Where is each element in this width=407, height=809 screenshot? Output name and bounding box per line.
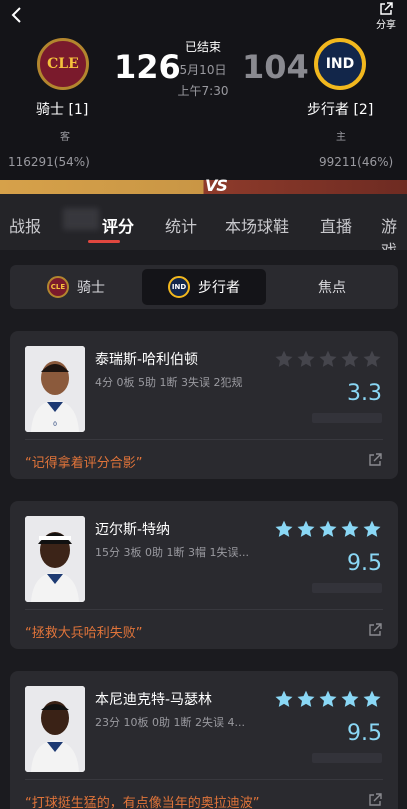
star-filled-icon[interactable] [296,519,316,539]
segment-pacers-label: 步行者 [198,280,240,296]
star-filled-icon[interactable] [274,519,294,539]
segment-cavaliers[interactable]: CLE 骑士 [14,269,138,305]
game-header: 分享 CLE 126 已结束 5月10日 上午7:30 104 IND 骑士 [… [0,0,407,180]
segment-focus[interactable]: 焦点 [270,269,394,305]
segment-cavaliers-label: 骑士 [77,280,105,296]
cavaliers-name: 骑士 [1] [36,102,89,118]
rating-count-bar [312,583,382,593]
player-card[interactable]: 迈尔斯-特纳 15分 3板 0助 1断 3帽 1失误... 9.5 “拯救大兵哈… [10,501,398,649]
rating-stars[interactable] [274,349,382,369]
star-filled-icon[interactable] [340,689,360,709]
cavaliers-side-tag: 客 [60,132,70,143]
pacers-votes: 99211(46%) [319,155,394,169]
active-tab-indicator [88,240,120,243]
share-label: 分享 [376,20,396,31]
card-divider [25,779,383,780]
top-comment[interactable]: “记得拿着评分合影” [25,452,142,471]
ratings-content: CLE 骑士 IND 步行者 焦点 0 泰瑞斯-哈利伯顿 4分 0板 5助 1断… [0,250,407,809]
open-link-icon[interactable] [368,792,382,809]
top-comment[interactable]: “拯救大兵哈利失败” [25,622,142,641]
player-card[interactable]: 本尼迪克特-马瑟林 23分 10板 0助 1断 2失误 4... 9.5 “打球… [10,671,398,809]
segment-pacers[interactable]: IND 步行者 [142,269,266,305]
pacers-score: 104 [242,48,309,86]
player-name: 本尼迪克特-马瑟林 [95,692,213,708]
player-name: 迈尔斯-特纳 [95,522,171,538]
tab-bar: 战报 评分 统计 本场球鞋 直播 游戏 [0,194,407,260]
vote-ratio-bar [0,180,407,194]
player-name: 泰瑞斯-哈利伯顿 [95,352,199,368]
team-segment-control: CLE 骑士 IND 步行者 焦点 [10,265,398,309]
svg-text:0: 0 [53,421,57,428]
player-avatar [25,686,85,772]
player-avatar: 0 [25,346,85,432]
open-link-icon[interactable] [368,622,382,641]
open-link-icon[interactable] [368,452,382,471]
game-date: 5月10日 [179,63,227,77]
game-status: 已结束 [184,40,221,54]
star-filled-icon[interactable] [274,689,294,709]
segment-focus-label: 焦点 [318,280,346,296]
tab-shoes[interactable]: 本场球鞋 [225,213,289,237]
cavaliers-mini-logo: CLE [47,276,69,298]
star-empty-icon[interactable] [274,349,294,369]
player-avatar [25,516,85,602]
game-time: 上午7:30 [177,84,229,98]
star-filled-icon[interactable] [340,519,360,539]
chevron-left-icon [11,7,21,23]
star-filled-icon[interactable] [362,519,382,539]
player-stats: 15分 3板 0助 1断 3帽 1失误... [95,546,249,559]
card-divider [25,609,383,610]
blurred-region [63,208,99,230]
player-stats: 4分 0板 5助 1断 3失误 2犯规 [95,376,243,389]
rating-count-bar [312,413,382,423]
rating-stars[interactable] [274,689,382,709]
rating-count-bar [312,753,382,763]
star-filled-icon[interactable] [318,689,338,709]
star-filled-icon[interactable] [362,689,382,709]
share-out-icon [380,2,393,15]
back-button[interactable] [10,4,24,28]
tab-ratings[interactable]: 评分 [102,213,134,237]
pacers-logo[interactable]: IND [314,38,366,90]
star-empty-icon[interactable] [318,349,338,369]
tab-live[interactable]: 直播 [320,213,352,237]
player-rating: 9.5 [347,721,382,746]
pacers-side-tag: 主 [336,132,346,143]
vs-label: VS [205,176,228,195]
player-rating: 3.3 [347,381,382,406]
star-empty-icon[interactable] [296,349,316,369]
cavaliers-score: 126 [114,48,181,86]
cavaliers-logo-text: CLE [47,56,79,72]
tab-stats[interactable]: 统计 [165,213,197,237]
pacers-name: 步行者 [2] [307,102,374,118]
star-empty-icon[interactable] [362,349,382,369]
pacers-logo-text: IND [325,56,355,72]
card-divider [25,439,383,440]
rating-stars[interactable] [274,519,382,539]
player-stats: 23分 10板 0助 1断 2失误 4... [95,716,245,729]
share-button[interactable]: 分享 [371,2,401,31]
top-comment[interactable]: “打球挺生猛的，有点像当年的奥拉迪波” [25,792,259,809]
star-empty-icon[interactable] [340,349,360,369]
player-card[interactable]: 0 泰瑞斯-哈利伯顿 4分 0板 5助 1断 3失误 2犯规 3.3 “记得拿着… [10,331,398,479]
pacers-mini-logo: IND [168,276,190,298]
star-filled-icon[interactable] [296,689,316,709]
cavaliers-votes: 116291(54%) [8,155,90,169]
star-filled-icon[interactable] [318,519,338,539]
tab-report[interactable]: 战报 [9,213,41,237]
cavaliers-logo[interactable]: CLE [37,38,89,90]
player-rating: 9.5 [347,551,382,576]
